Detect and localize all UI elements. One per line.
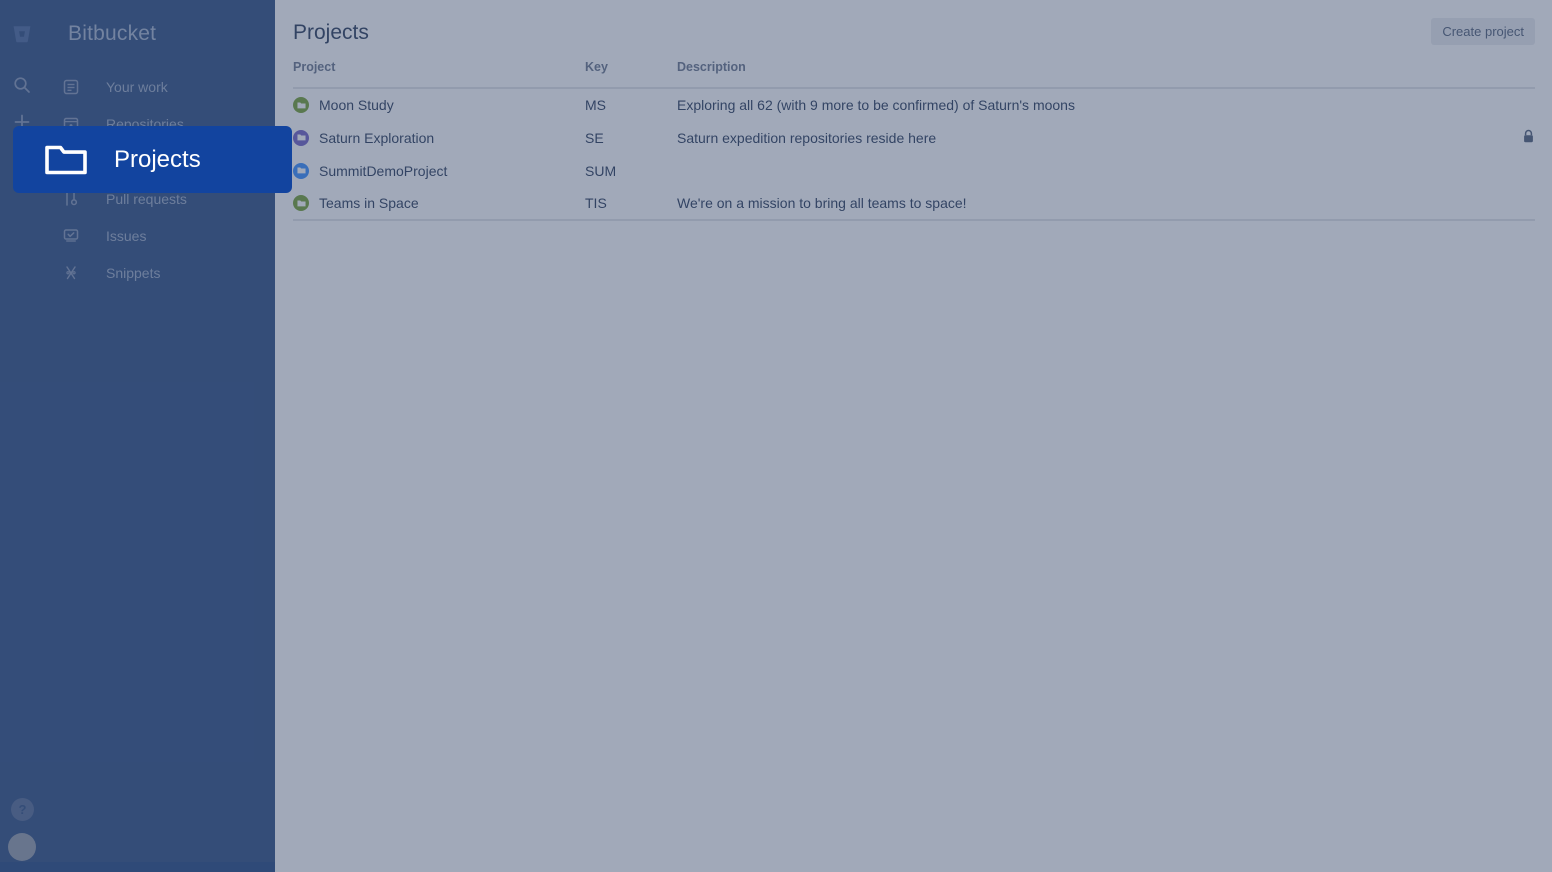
bitbucket-logo-icon (0, 23, 44, 45)
project-link[interactable]: Saturn Exploration (319, 130, 434, 146)
project-access (1495, 187, 1535, 221)
project-key: SUM (585, 162, 617, 179)
lock-icon (1522, 129, 1535, 147)
sidebar-item-label: Snippets (106, 265, 161, 281)
project-description: Exploring all 62 (with 9 more to be conf… (677, 97, 1075, 113)
column-header-description: Description (677, 60, 1495, 89)
sidebar-bottom-strip (0, 862, 275, 872)
project-cell: Saturn Exploration (293, 121, 585, 154)
help-icon[interactable]: ? (11, 798, 34, 821)
table-row[interactable]: Moon Study MS Exploring all 62 (with 9 m… (293, 88, 1535, 121)
project-description (677, 154, 1495, 187)
sidebar-item-label: Pull requests (106, 191, 187, 207)
search-icon[interactable] (10, 73, 34, 97)
table-row[interactable]: Saturn Exploration SE Saturn expedition … (293, 121, 1535, 154)
help-icon-label: ? (18, 802, 27, 817)
column-header-project: Project (293, 60, 585, 89)
sidebar-item-label: Your work (106, 79, 168, 95)
projects-table: Project Key Description Moon Study MS Ex… (293, 60, 1535, 221)
sidebar-item-your-work[interactable]: Your work (62, 72, 275, 102)
sidebar-item-snippets[interactable]: Snippets (62, 258, 275, 288)
project-access (1495, 88, 1535, 121)
table-row[interactable]: Teams in Space TIS We're on a mission to… (293, 187, 1535, 221)
projects-spotlight-card[interactable]: Projects (13, 126, 292, 193)
create-project-button[interactable]: Create project (1431, 18, 1535, 45)
project-description: We're on a mission to bring all teams to… (677, 187, 1495, 221)
project-access (1495, 121, 1535, 154)
main-content: Projects Create project Project Key Desc… (275, 0, 1552, 872)
column-header-key: Key (585, 60, 677, 89)
table-row[interactable]: SummitDemoProject SUM (293, 154, 1535, 187)
table-header-row: Project Key Description (293, 60, 1535, 89)
sidebar-item-label: Issues (106, 228, 147, 244)
project-avatar-icon (293, 97, 309, 113)
project-key: MS (585, 97, 606, 113)
folder-icon (43, 142, 89, 178)
projects-spotlight-label: Projects (114, 145, 201, 173)
your-work-icon (62, 76, 88, 98)
project-link[interactable]: Teams in Space (319, 195, 419, 211)
sidebar-logo[interactable]: Bitbucket (0, 16, 275, 52)
project-avatar-icon (293, 162, 309, 179)
sidebar-item-issues[interactable]: Issues (62, 221, 275, 251)
page-title: Projects (293, 21, 369, 44)
snippets-icon (62, 262, 88, 284)
bitbucket-projects-screen: Bitbucket Your work Repositories Pull re… (0, 0, 1552, 872)
project-avatar-icon (293, 129, 309, 146)
project-key: TIS (585, 187, 677, 221)
project-cell: SummitDemoProject (293, 154, 585, 187)
avatar[interactable] (8, 833, 36, 861)
project-description: Saturn expedition repositories reside he… (677, 129, 937, 146)
sidebar-logo-text: Bitbucket (68, 22, 157, 45)
issues-icon (62, 225, 88, 247)
project-access (1495, 154, 1535, 187)
project-key: SE (585, 129, 604, 146)
project-cell: Moon Study (293, 88, 585, 121)
project-avatar-icon (293, 195, 309, 211)
column-header-access (1495, 60, 1535, 89)
project-link[interactable]: SummitDemoProject (319, 163, 447, 179)
project-cell: Teams in Space (293, 187, 585, 221)
project-link[interactable]: Moon Study (319, 97, 394, 113)
